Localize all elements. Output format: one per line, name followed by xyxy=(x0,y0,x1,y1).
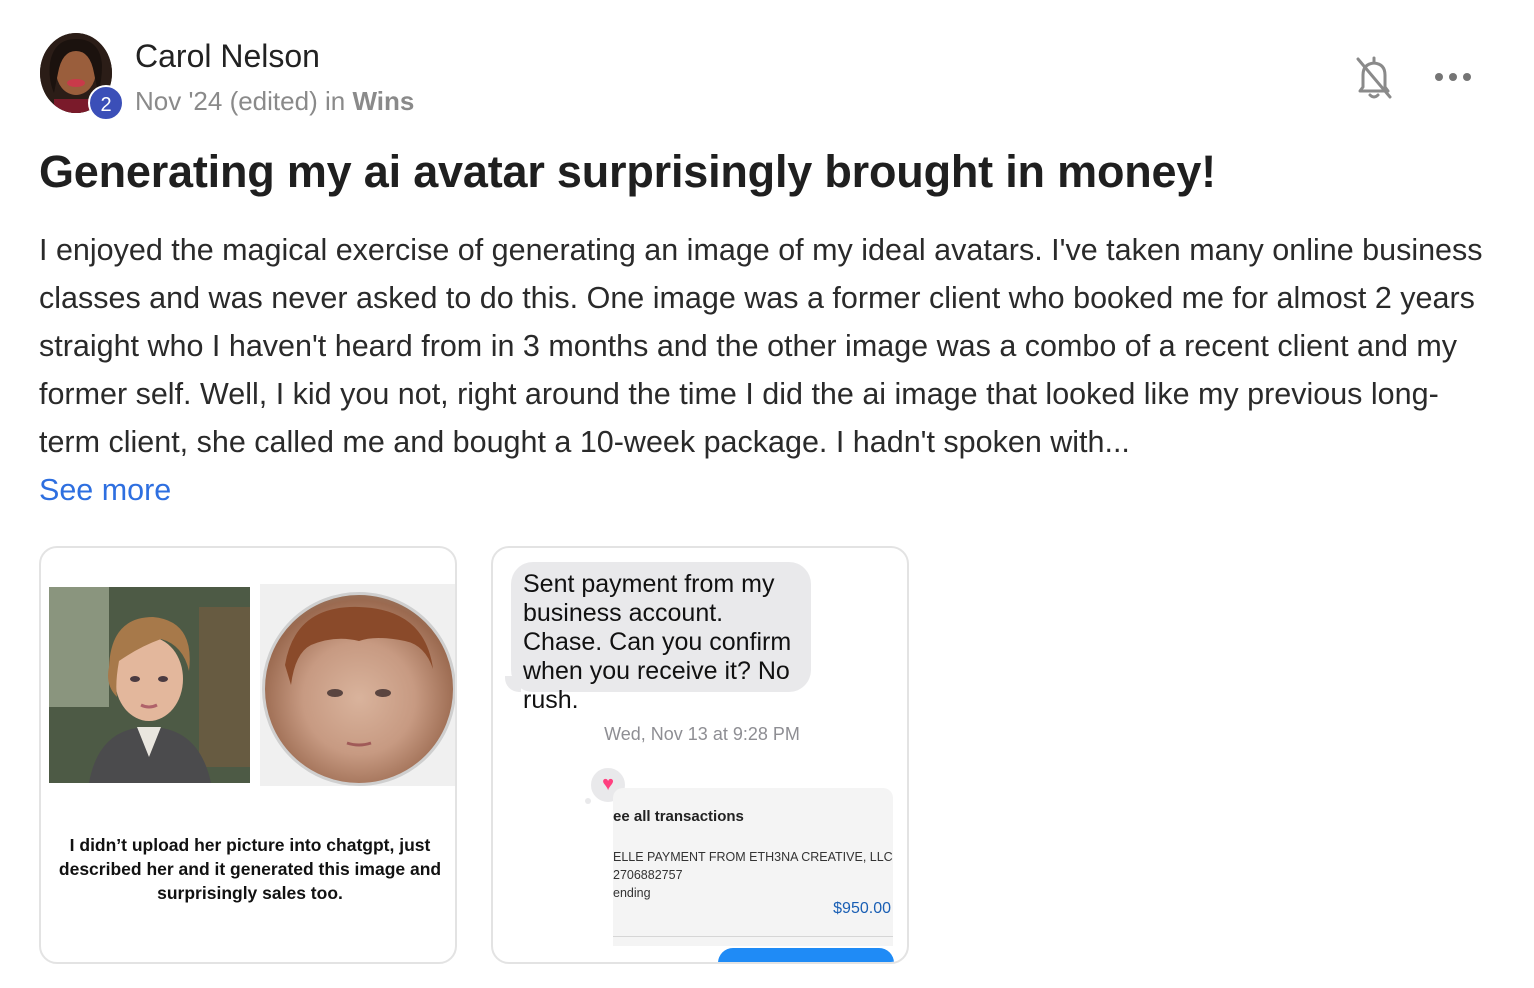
bank-screenshot: ee all transactions ELLE PAYMENT FROM ET… xyxy=(613,788,893,946)
message-bubble: Sent payment from my business account. C… xyxy=(511,562,811,714)
real-client-photo xyxy=(262,592,455,786)
post-title[interactable]: Generating my ai avatar surprisingly bro… xyxy=(39,146,1216,198)
ai-avatar-image xyxy=(49,587,250,783)
post-card: 2 Carol Nelson Nov '24 (edited) in Wins … xyxy=(0,0,1534,988)
bell-off-icon[interactable] xyxy=(1352,55,1396,101)
timestamp-time: 9:28 PM xyxy=(732,724,800,744)
tapback-dot xyxy=(585,798,591,804)
see-more-link[interactable]: See more xyxy=(39,466,171,514)
attachment-image-1[interactable]: I didn’t upload her picture into chatgpt… xyxy=(39,546,457,964)
in-label: in xyxy=(324,86,346,116)
transactions-header: ee all transactions xyxy=(613,808,744,825)
author-name[interactable]: Carol Nelson xyxy=(135,38,320,75)
post-date[interactable]: Nov '24 (edited) xyxy=(135,86,318,116)
attachment-caption: I didn’t upload her picture into chatgpt… xyxy=(58,835,442,903)
transaction-reference: 2706882757 xyxy=(613,868,683,882)
post-body: I enjoyed the magical exercise of genera… xyxy=(39,233,1483,459)
author-avatar[interactable]: 2 xyxy=(40,33,124,121)
timestamp-at: at xyxy=(712,724,728,744)
divider xyxy=(613,936,893,937)
post-category[interactable]: Wins xyxy=(352,86,414,116)
timestamp-day: Wed, Nov 13 xyxy=(604,724,708,744)
transaction-description: ELLE PAYMENT FROM ETH3NA CREATIVE, LLC xyxy=(613,850,893,864)
reply-bubble xyxy=(718,948,894,962)
more-horizontal-icon[interactable] xyxy=(1430,62,1476,92)
level-badge: 2 xyxy=(88,85,124,121)
transaction-status: ending xyxy=(613,886,651,900)
attachment-image-2[interactable]: Sent payment from my business account. C… xyxy=(491,546,909,964)
message-timestamp: Wed, Nov 13 at 9:28 PM xyxy=(493,724,907,745)
transaction-amount: $950.00 xyxy=(833,900,891,917)
post-meta: Nov '24 (edited) in Wins xyxy=(135,86,414,117)
